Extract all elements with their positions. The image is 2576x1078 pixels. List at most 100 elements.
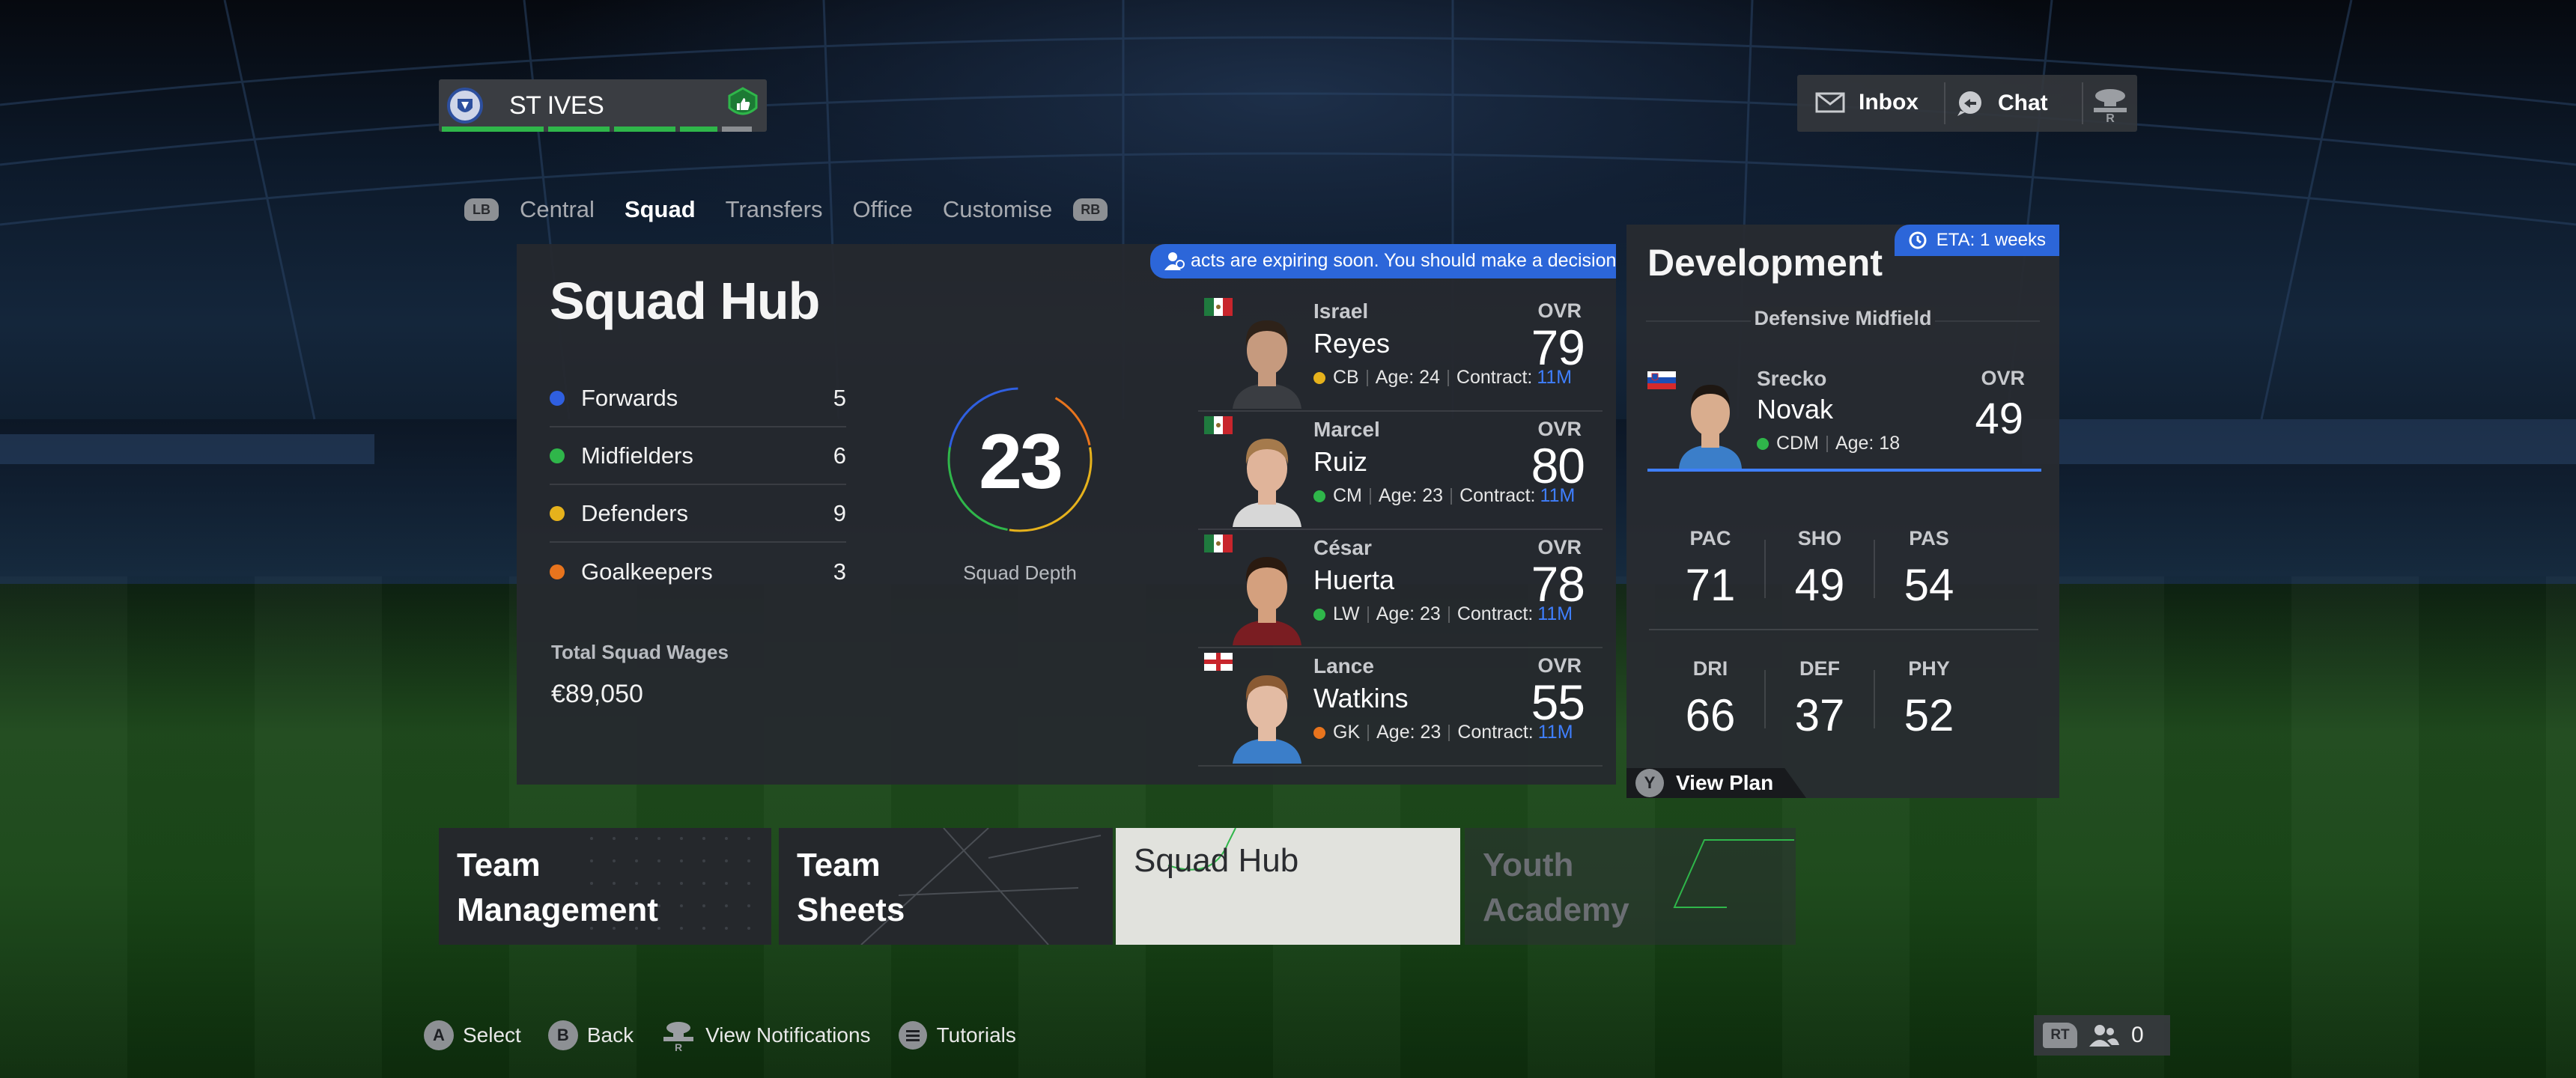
stat-label: PHY bbox=[1908, 657, 1950, 680]
separator bbox=[1447, 369, 1449, 386]
player-row[interactable]: César Huerta LW Age: 23 Contract: 11M OVR 78 bbox=[1198, 530, 1603, 648]
club-name: ST IVES bbox=[509, 91, 604, 120]
defenders-dot bbox=[550, 505, 565, 521]
club-crest-icon bbox=[447, 88, 483, 124]
b-button-icon: B bbox=[547, 1020, 578, 1050]
player-row[interactable]: Marcel Ruiz CM Age: 23 Contract: 11M OVR 80 bbox=[1198, 412, 1603, 530]
tile-label: Team Management bbox=[457, 843, 658, 933]
separator bbox=[1369, 487, 1371, 505]
rb-bumper-icon[interactable]: RB bbox=[1073, 198, 1108, 221]
player-first-name: Israel bbox=[1313, 299, 1369, 323]
lb-bumper-icon[interactable]: LB bbox=[464, 198, 499, 221]
friends-indicator[interactable]: RT 0 bbox=[2034, 1015, 2170, 1056]
player-position: LW bbox=[1333, 603, 1360, 624]
r-stick-icon[interactable]: R bbox=[2089, 85, 2131, 123]
player-last-name: Reyes bbox=[1313, 328, 1391, 359]
tile-team-management[interactable]: Team Management bbox=[439, 828, 771, 945]
player-last-name: Novak bbox=[1757, 394, 1834, 424]
stat-label: PAC bbox=[1689, 527, 1731, 549]
separator bbox=[1366, 369, 1368, 386]
player-position: CDM bbox=[1776, 433, 1819, 454]
tab-customise[interactable]: Customise bbox=[943, 196, 1052, 223]
separator bbox=[1826, 435, 1828, 452]
player-position: GK bbox=[1333, 722, 1361, 743]
notice-text: acts are expiring soon. You should make … bbox=[1191, 250, 1616, 271]
inbox-label: Inbox bbox=[1859, 90, 1919, 115]
a-button-icon: A bbox=[424, 1020, 454, 1050]
tile-youth-academy[interactable]: Youth Academy bbox=[1465, 828, 1796, 945]
top-actions: Inbox Chat R bbox=[1797, 75, 2137, 132]
tab-central[interactable]: Central bbox=[520, 196, 595, 223]
tile-label-line: Team bbox=[457, 847, 541, 883]
separator bbox=[1450, 487, 1453, 505]
inbox-button[interactable]: Inbox bbox=[1815, 90, 1919, 115]
contract-notice-banner[interactable]: acts are expiring soon. You should make … bbox=[1150, 244, 1616, 278]
tutorials-hint[interactable]: Tutorials bbox=[898, 1020, 1016, 1050]
stat-label: SHO bbox=[1797, 527, 1842, 549]
footer-hints: A Select B Back R View Notifications Tutor… bbox=[424, 1019, 1043, 1052]
stat-value: 52 bbox=[1904, 690, 1954, 740]
stat-value: 66 bbox=[1685, 690, 1736, 740]
svg-text:R: R bbox=[2106, 112, 2115, 123]
development-title: Development bbox=[1647, 242, 1883, 284]
separator bbox=[1448, 724, 1450, 741]
select-hint[interactable]: A Select bbox=[424, 1020, 521, 1050]
back-hint[interactable]: B Back bbox=[547, 1020, 634, 1050]
tile-label-line: Team bbox=[797, 847, 881, 883]
notifications-hint[interactable]: R View Notifications bbox=[660, 1019, 871, 1052]
player-meta: CDM Age: 18 bbox=[1757, 433, 1900, 454]
accent-shape bbox=[1673, 839, 1794, 908]
player-portrait bbox=[1233, 675, 1301, 764]
stat-phy: PHY 52 bbox=[1875, 657, 1983, 741]
friends-count: 0 bbox=[2131, 1023, 2144, 1047]
main-tabs: LB Central Squad Transfers Office Custom… bbox=[464, 196, 1108, 223]
contract-label: Contract: bbox=[1456, 603, 1534, 624]
y-button-icon: Y bbox=[1635, 769, 1664, 797]
player-age: Age: 23 bbox=[1378, 485, 1444, 506]
player-first-name: Marcel bbox=[1313, 418, 1380, 441]
r-stick-icon: R bbox=[663, 1022, 694, 1052]
position-row-defenders: Defenders 9 bbox=[550, 485, 846, 543]
eta-badge: ETA: 1 weeks bbox=[1894, 225, 2059, 256]
player-age: Age: 23 bbox=[1376, 603, 1441, 624]
view-plan-label: View Plan bbox=[1676, 771, 1774, 794]
hint-label: Tutorials bbox=[936, 1023, 1016, 1047]
midfielders-dot bbox=[550, 448, 565, 463]
contract-label: Contract: bbox=[1456, 367, 1533, 388]
tab-office[interactable]: Office bbox=[852, 196, 912, 223]
tile-squad-hub[interactable]: Squad Hub bbox=[1116, 828, 1460, 945]
player-row[interactable]: Israel Reyes CB Age: 24 Contract: 11M OVR 79 bbox=[1198, 293, 1603, 412]
forwards-dot bbox=[550, 390, 565, 406]
tile-label-line: Youth bbox=[1483, 847, 1574, 883]
player-first-name: Lance bbox=[1313, 654, 1374, 677]
position-dot bbox=[1313, 490, 1325, 502]
hint-label: Select bbox=[463, 1023, 521, 1047]
stat-value: 37 bbox=[1794, 690, 1845, 740]
divider bbox=[2082, 82, 2083, 124]
position-count: 6 bbox=[833, 442, 846, 469]
stat-label: DRI bbox=[1692, 657, 1728, 680]
development-role: Defensive Midfield bbox=[1751, 307, 1935, 330]
tab-transfers[interactable]: Transfers bbox=[726, 196, 823, 223]
ovr-value: 55 bbox=[1531, 674, 1585, 730]
tile-team-sheets[interactable]: Team Sheets bbox=[779, 828, 1113, 945]
squad-depth-label: Squad Depth bbox=[963, 561, 1077, 584]
development-panel[interactable]: ETA: 1 weeks Development Defensive Midfi… bbox=[1626, 225, 2059, 798]
tab-squad[interactable]: Squad bbox=[625, 196, 696, 223]
chat-label: Chat bbox=[1998, 91, 2048, 115]
wages-label: Total Squad Wages bbox=[551, 641, 729, 663]
contract-label: Contract: bbox=[1459, 485, 1536, 506]
player-row[interactable]: Lance Watkins GK Age: 23 Contract: 11M OVR 55 bbox=[1198, 648, 1603, 767]
player-portrait bbox=[1233, 320, 1301, 409]
club-progress-bars bbox=[442, 127, 752, 132]
hint-label: View Notifications bbox=[705, 1023, 871, 1047]
envelope-icon bbox=[1815, 92, 1845, 113]
clock-icon bbox=[1909, 231, 1927, 249]
view-plan-button[interactable]: Y View Plan bbox=[1626, 768, 1806, 798]
chat-button[interactable]: Chat bbox=[1956, 90, 2048, 117]
position-dot bbox=[1313, 726, 1325, 739]
position-row-goalkeepers: Goalkeepers 3 bbox=[550, 543, 846, 600]
player-last-name: Huerta bbox=[1313, 564, 1395, 595]
position-dot bbox=[1757, 437, 1769, 450]
tile-label-line: Management bbox=[457, 892, 658, 928]
